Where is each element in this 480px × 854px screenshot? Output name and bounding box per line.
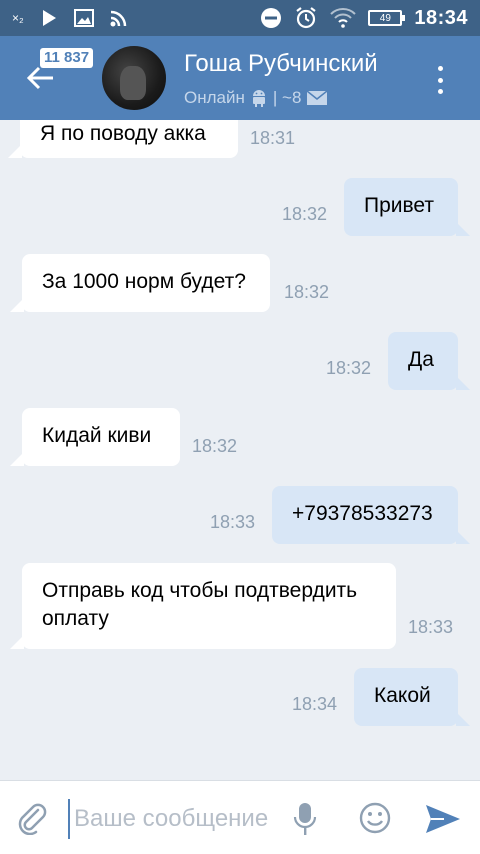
alarm-icon (294, 6, 318, 30)
message-time: 18:33 (210, 512, 256, 532)
message-time: 18:32 (282, 204, 328, 224)
attach-button[interactable] (16, 801, 48, 836)
avatar[interactable] (100, 44, 168, 112)
unread-count-badge: 11 837 (40, 48, 94, 68)
x-icon: ×₂ (12, 11, 24, 25)
battery-icon: 49 (368, 10, 406, 26)
message-text: Отправь код чтобы подтвердить оплату (42, 579, 358, 630)
contact-status: Онлайн | ~8 (184, 88, 328, 108)
message-time: 18:31 (250, 128, 296, 148)
send-icon (426, 805, 460, 833)
message-time: 18:32 (192, 436, 238, 456)
message-bubble[interactable]: За 1000 норм будет? (10, 254, 270, 312)
image-icon (73, 9, 94, 27)
contact-name[interactable]: Гоша Рубчинский (184, 50, 378, 78)
send-button[interactable] (424, 803, 462, 835)
message-time: 18:32 (284, 282, 330, 302)
message-time: 18:32 (326, 358, 372, 378)
message-bubble[interactable]: Да (388, 332, 470, 390)
microphone-icon (293, 803, 317, 835)
microphone-button[interactable] (292, 801, 318, 837)
envelope-icon (307, 91, 328, 105)
message-input[interactable] (68, 799, 278, 839)
play-icon (40, 9, 58, 27)
dot (437, 89, 443, 94)
message-bubble[interactable]: Какой (354, 668, 470, 726)
clock: 18:34 (414, 6, 468, 29)
message-bubble[interactable]: Привет (344, 178, 470, 236)
chat-header: 11 837 Гоша Рубчинский Онлайн | ~8 (0, 36, 480, 120)
message-time: 18:34 (292, 694, 338, 714)
paperclip-icon (18, 803, 47, 836)
wifi-icon (330, 8, 357, 28)
status-bar: ×₂ 49 18:34 (0, 0, 480, 36)
message-list[interactable]: Я по поводу акка 18:31 18:32 Привет За 1… (0, 120, 480, 780)
message-text: За 1000 норм будет? (42, 270, 246, 293)
dot (437, 77, 443, 83)
emoji-button[interactable] (358, 801, 392, 835)
message-text: Я по поводу акка (40, 122, 206, 145)
message-text: Какой (374, 684, 431, 707)
smiley-icon (359, 802, 391, 834)
message-bubble[interactable]: Кидай киви (10, 408, 180, 466)
dot (437, 66, 443, 71)
arrow-left-icon (26, 66, 53, 90)
message-text: Привет (364, 194, 435, 217)
message-text: Кидай киви (42, 424, 152, 447)
status-extra: | ~8 (272, 88, 302, 107)
android-icon (252, 90, 265, 107)
message-bubble[interactable]: Я по поводу акка (8, 120, 238, 158)
more-menu-button[interactable] (430, 66, 450, 94)
status-text: Онлайн (184, 88, 245, 107)
message-composer (0, 780, 480, 854)
message-bubble[interactable]: Отправь код чтобы подтвердить оплату (10, 563, 396, 649)
message-time: 18:33 (408, 617, 454, 637)
dnd-icon (260, 7, 282, 29)
message-text: Да (408, 348, 434, 371)
cast-icon (110, 9, 130, 27)
message-text: +79378533273 (292, 502, 433, 525)
message-bubble[interactable]: +79378533273 (272, 486, 470, 544)
